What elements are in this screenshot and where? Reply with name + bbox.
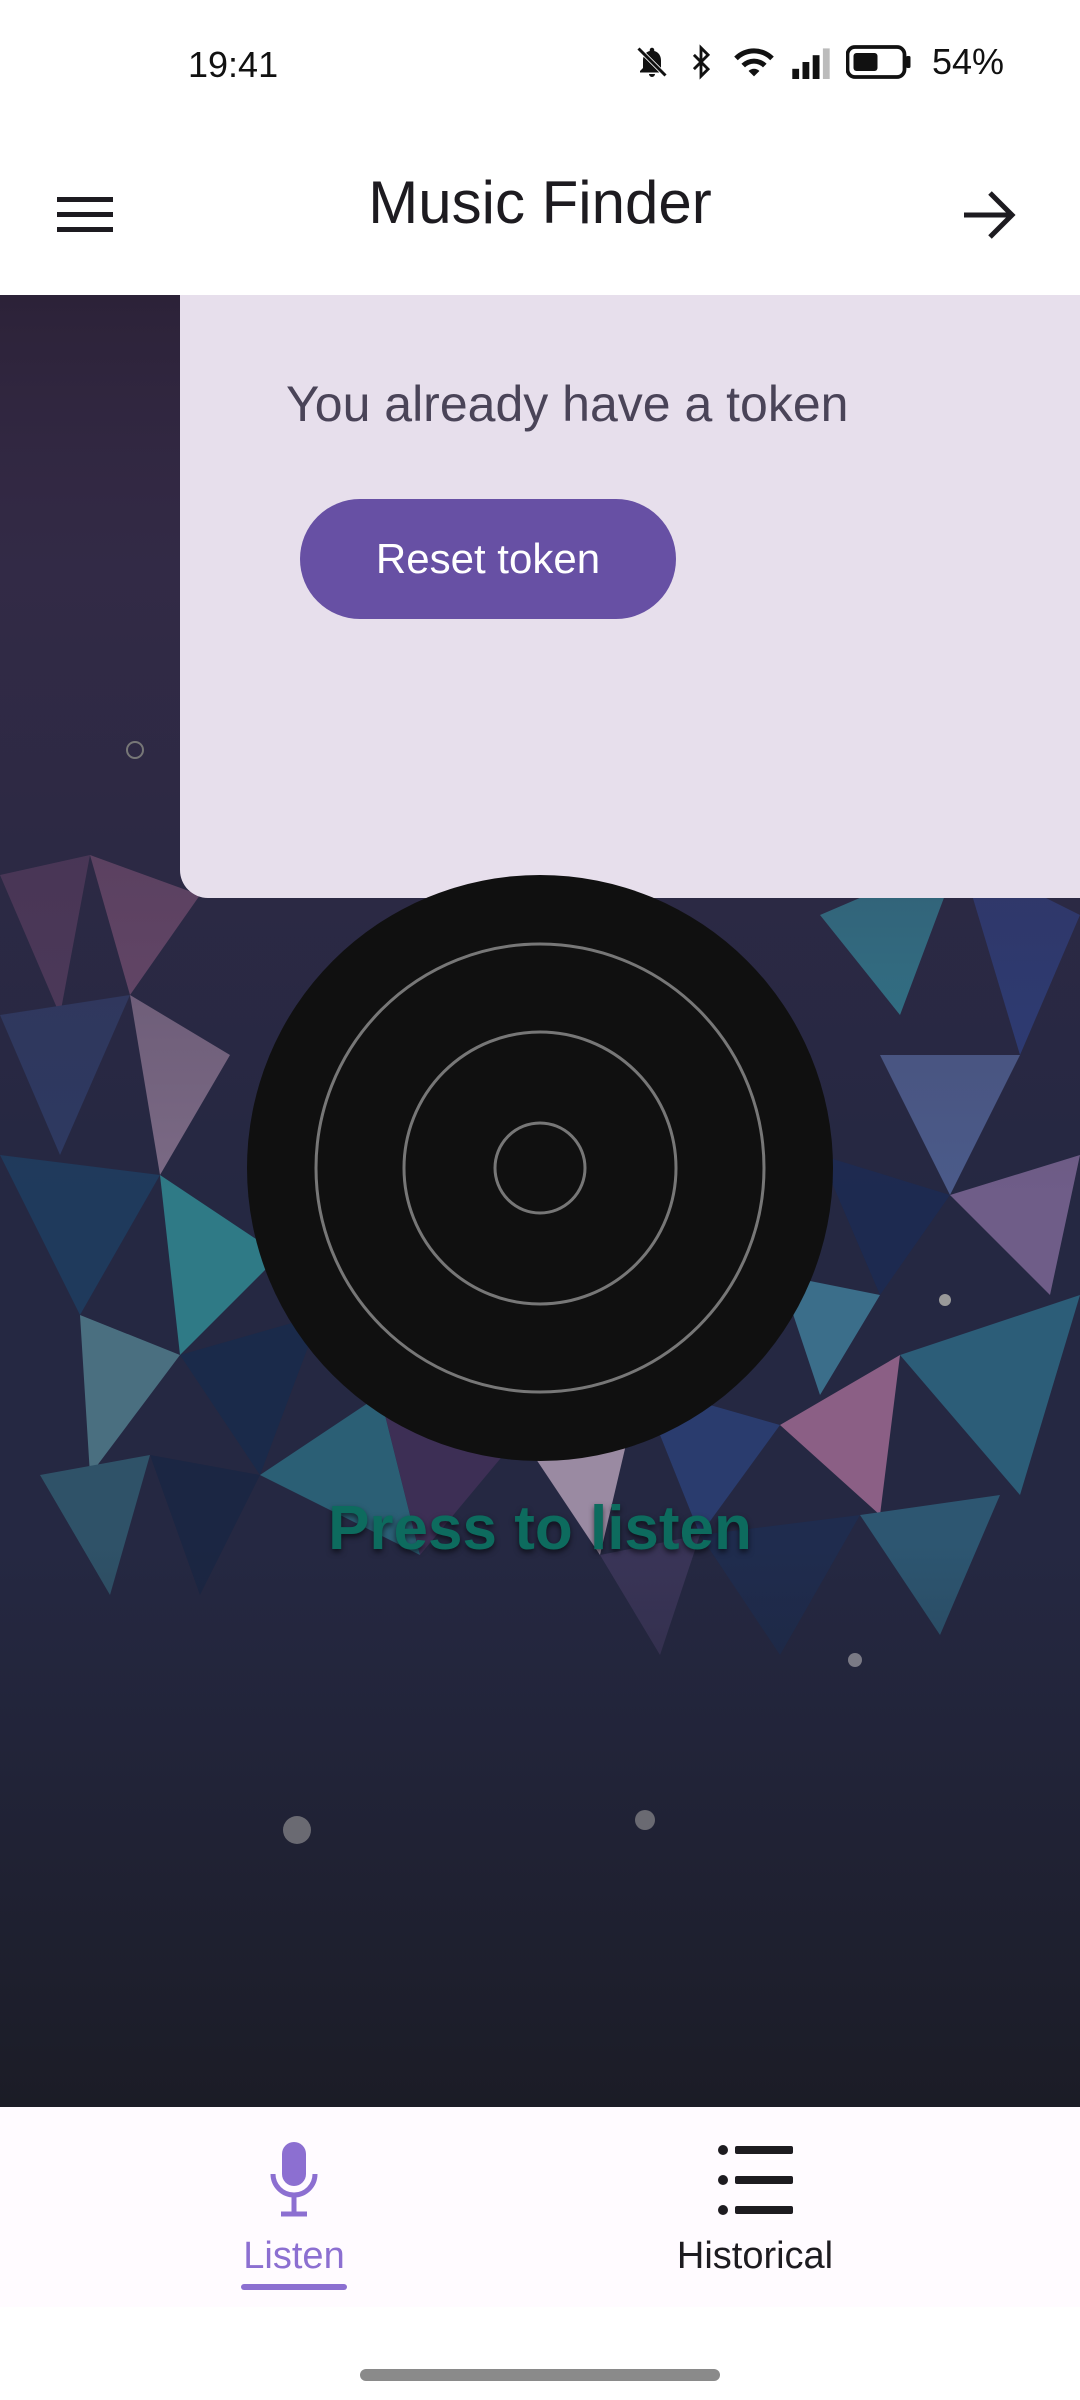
main-content: You already have a token Reset token Pre…: [0, 295, 1080, 2107]
bluetooth-icon: [684, 43, 718, 81]
wifi-icon: [732, 44, 776, 80]
arrow-right-icon: [964, 191, 1016, 239]
list-icon: [718, 2145, 793, 2215]
press-to-listen-label: Press to listen: [328, 1494, 752, 1563]
nav-item-historical[interactable]: Historical: [605, 2135, 905, 2278]
listen-button[interactable]: [245, 873, 835, 1463]
page-title: Music Finder: [368, 169, 712, 236]
battery-icon: [845, 44, 912, 80]
gesture-area: [0, 2307, 1080, 2400]
token-message: You already have a token: [286, 376, 849, 432]
nav-label-listen: Listen: [243, 2235, 345, 2277]
selected-indicator: [241, 2284, 347, 2290]
bell-off-icon: [634, 44, 670, 80]
status-time: 19:41: [188, 44, 279, 85]
microphone-icon: [270, 2142, 318, 2217]
battery-percent: 54%: [931, 41, 1004, 82]
record-disc-icon: [247, 875, 833, 1461]
bottom-navigation: Listen Historical: [0, 2107, 1080, 2307]
nav-label-historical: Historical: [676, 2235, 834, 2277]
forward-button[interactable]: [950, 175, 1030, 255]
status-bar: 19:41 54%: [0, 0, 1080, 140]
home-gesture-bar[interactable]: [360, 2369, 720, 2381]
signal-icon: [790, 45, 832, 79]
token-card: You already have a token Reset token: [180, 295, 1080, 898]
nav-item-listen[interactable]: Listen: [144, 2135, 444, 2290]
status-icons: 54%: [634, 40, 1004, 84]
app-bar: Music Finder: [0, 140, 1080, 295]
reset-token-button[interactable]: Reset token: [300, 499, 676, 619]
